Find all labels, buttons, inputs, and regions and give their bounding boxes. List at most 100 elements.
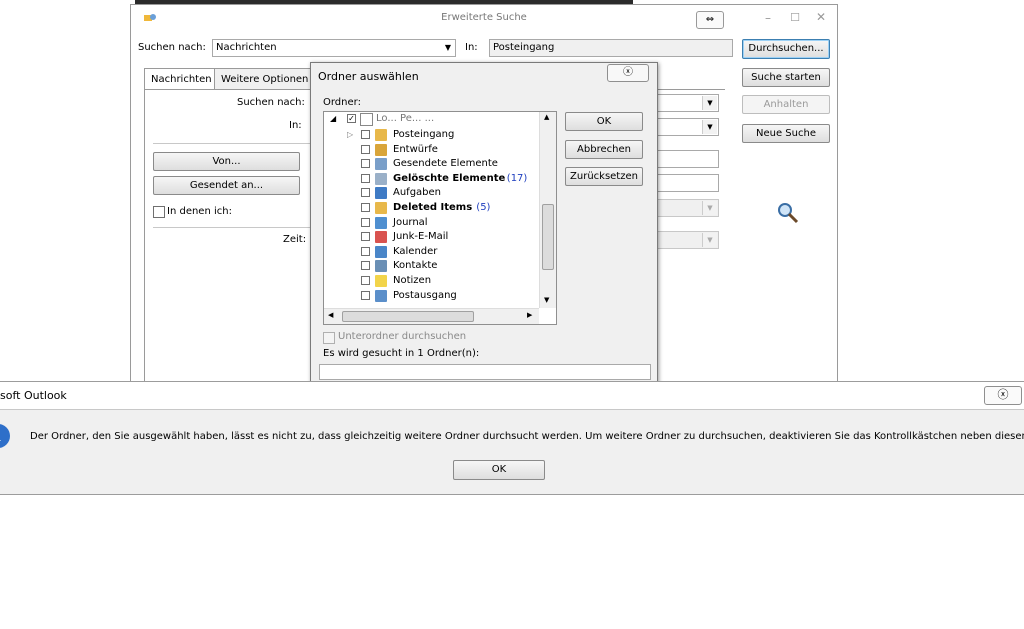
message-text: Der Ordner, den Sie ausgewählt haben, lä… [30,431,1024,442]
folder-checkbox[interactable] [361,217,370,227]
folder-checkbox[interactable] [361,173,370,183]
subfolders-label: Unterordner durchsuchen [338,331,467,342]
in-field[interactable]: Posteingang [489,39,733,57]
scroll-thumb[interactable] [542,204,554,270]
dialog-close-button[interactable]: ⓧ [607,64,649,82]
folder-label: Posteingang [393,129,455,140]
search-for-label: Suchen nach: [138,42,206,53]
reset-button[interactable]: Zurücksetzen [565,167,643,186]
folder-icon [375,245,387,258]
swap-icon[interactable]: ⇔ [696,11,724,29]
folder-label: Junk-E-Mail [393,231,449,243]
folder-checkbox[interactable] [361,159,370,169]
message-box-title: soft Outlook [0,389,67,402]
folder-item[interactable]: Entwürfe [324,143,536,157]
tab-messages[interactable]: Nachrichten [144,68,219,90]
folder-checkbox[interactable] [361,261,370,271]
folder-icon [375,216,387,229]
message-box-close-button[interactable]: ⓧ [984,386,1022,405]
inner-in-label: In: [289,120,302,131]
tree-root-label: Lo... Pe... ... [376,113,435,124]
sent-to-button[interactable]: Gesendet an... [153,176,300,195]
chevron-down-icon: ▼ [702,96,717,110]
folder-item[interactable]: Kalender [324,245,536,259]
folder-item[interactable]: Postausgang [324,289,536,303]
folder-checkbox[interactable] [361,188,370,198]
ok-button[interactable]: OK [565,112,643,131]
inner-search-for-label: Suchen nach: [237,97,305,108]
where-i-am-label: In denen ich: [167,206,232,217]
folder-label: Gelöschte Elemente [393,172,506,184]
in-label: In: [465,42,478,53]
chevron-down-icon: ▼ [702,233,717,247]
folder-item[interactable]: ▷ Posteingang [324,128,536,142]
folder-checkbox[interactable] [361,144,370,154]
tree-root[interactable]: ◢ ✓ Lo... Pe... ... [324,112,556,126]
folder-item[interactable]: Kontakte [324,259,536,273]
expand-icon[interactable]: ▷ [347,128,353,142]
where-i-am-checkbox[interactable] [153,206,165,218]
stop-button[interactable]: Anhalten [742,95,830,114]
minimize-button[interactable]: – [761,11,775,25]
search-for-select[interactable]: Nachrichten ▼ [212,39,456,57]
dialog-title: Ordner auswählen [318,70,419,83]
in-value: Posteingang [493,42,555,53]
info-icon: i [0,422,12,450]
new-search-button[interactable]: Neue Suche [742,124,830,143]
folder-label: Aufgaben [393,187,442,199]
folder-select-dialog: Ordner auswählen ⓧ Ordner: ◢ ✓ Lo... Pe.… [310,62,658,384]
folder-icon [375,158,387,171]
mailbox-icon [360,113,373,126]
window-title: Erweiterte Suche [441,12,527,23]
folder-icon [375,231,387,244]
chevron-down-icon: ▼ [702,120,717,134]
subfolders-checkbox[interactable] [323,332,335,344]
folder-label: Journal [393,216,428,228]
folder-item[interactable]: Deleted Items (5) [324,201,536,215]
folder-icon [375,187,387,200]
maximize-button[interactable]: ☐ [788,11,802,25]
start-search-button[interactable]: Suche starten [742,68,830,87]
folder-checkbox[interactable] [361,290,370,300]
scroll-left-icon[interactable]: ◀ [328,311,333,319]
scroll-thumb-horizontal[interactable] [342,311,474,322]
root-checkbox[interactable]: ✓ [347,114,356,123]
folder-item[interactable]: Notizen [324,274,536,288]
folder-item[interactable]: Gelöschte Elemente (17) [324,172,536,186]
close-button[interactable]: ✕ [814,10,828,24]
folder-item[interactable]: Junk-E-Mail [324,230,536,244]
search-for-value: Nachrichten [216,42,277,53]
folder-checkbox[interactable] [361,276,370,285]
folder-checkbox[interactable] [361,203,370,212]
scroll-down-icon[interactable]: ▼ [544,296,549,304]
tree-scrollbar-vertical[interactable]: ▲ ▼ [539,112,556,308]
tree-scrollbar-horizontal[interactable]: ◀ ▶ [324,308,539,324]
folder-checkbox[interactable] [361,246,370,256]
folder-checkbox[interactable] [361,130,370,139]
scroll-right-icon[interactable]: ▶ [527,311,532,319]
svg-text:i: i [0,430,1,445]
expand-icon: ◢ [330,114,337,123]
folder-icon [375,202,387,214]
status-text: Es wird gesucht in 1 Ordner(n): [323,348,480,359]
time-label: Zeit: [283,234,307,245]
folder-icon [375,275,387,287]
cancel-button[interactable]: Abbrechen [565,140,643,159]
app-icon [143,13,157,23]
folder-label: Kontakte [393,260,438,272]
from-button[interactable]: Von... [153,152,300,171]
status-field [319,364,651,380]
folder-item[interactable]: Aufgaben [324,186,536,200]
folder-item[interactable]: Gesendete Elemente [324,157,536,171]
browse-button[interactable]: Durchsuchen... [742,39,830,59]
folder-tree[interactable]: ◢ ✓ Lo... Pe... ... ▷ Posteingang Entwürfe… [323,111,557,325]
message-ok-button[interactable]: OK [453,460,545,480]
tab-more-options[interactable]: Weitere Optionen [214,68,316,89]
folder-icon [375,289,387,302]
scroll-up-icon[interactable]: ▲ [544,113,549,121]
folder-item[interactable]: Journal [324,216,536,230]
magnifier-icon [776,201,800,225]
folder-count: (17) [506,172,528,184]
folder-checkbox[interactable] [361,232,370,242]
folder-label: Notizen [393,275,432,286]
